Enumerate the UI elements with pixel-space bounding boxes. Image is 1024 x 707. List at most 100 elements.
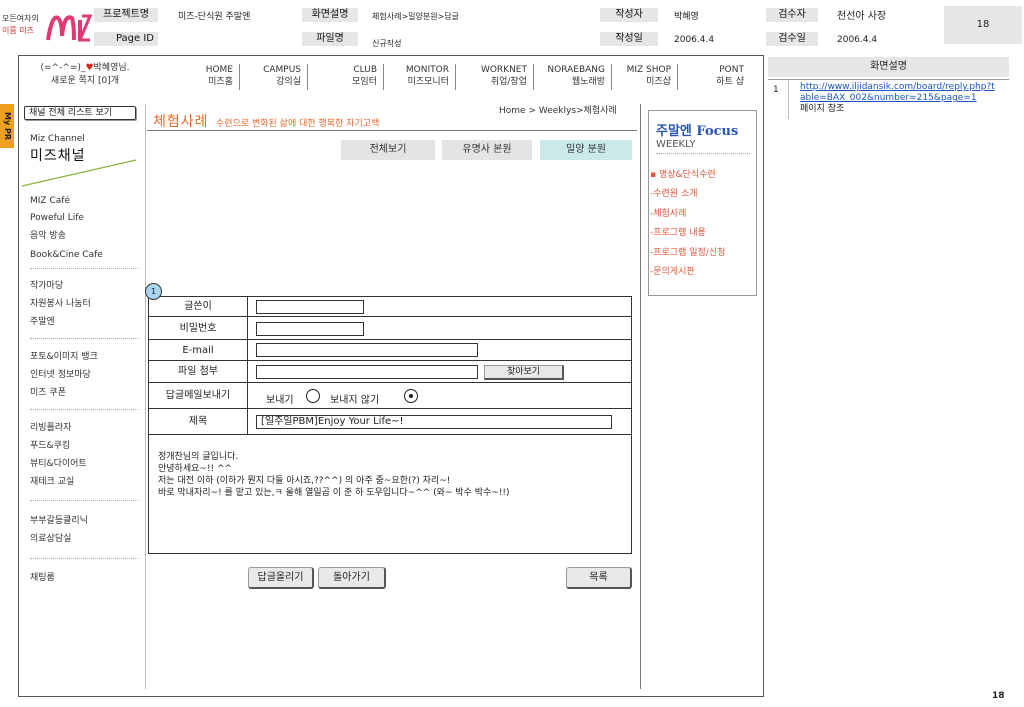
file-name-value: 신규작성 — [372, 39, 402, 48]
file-name-label: 파일명 — [302, 32, 358, 46]
send-radio[interactable] — [306, 389, 320, 403]
focus-weekly: WEEKLY — [656, 139, 696, 150]
page-number: 18 — [944, 6, 1022, 44]
sidebar-separator — [30, 558, 138, 559]
breadcrumb[interactable]: Home > Weeklys>체험사례 — [499, 103, 617, 116]
tab-all[interactable]: 전체보기 — [341, 140, 435, 160]
nav-mizshop[interactable]: MIZ SHOP 미즈샵 — [618, 64, 678, 90]
sidebar-item-photo-bank[interactable]: 포토&이미지 뱅크 — [30, 351, 98, 363]
mypr-tab[interactable]: My PR — [0, 104, 14, 148]
nav-monitor[interactable]: MONITOR 미즈모니터 — [390, 64, 456, 90]
miz-logo: 모든여자의 이름 미즈 — [2, 8, 92, 44]
nav-worknet[interactable]: WORKNET 취업/창업 — [466, 64, 534, 90]
logo-line1: 모든여자의 — [2, 14, 39, 23]
sidebar-item-music[interactable]: 음악 방송 — [30, 230, 66, 242]
description-column-line — [788, 79, 789, 119]
sidebar-item-chat[interactable]: 채팅룸 — [30, 572, 55, 584]
nav-home[interactable]: HOME 미즈홈 — [184, 64, 240, 90]
nav-pont[interactable]: PONT 하트 샵 — [690, 64, 750, 90]
page-subtitle: 수련으로 변화된 삶에 대한 행복한 자기고백 — [216, 119, 380, 129]
screen-desc-label: 화면설명 — [302, 8, 358, 22]
date-value: 2006.4.4 — [674, 35, 715, 45]
tab-main-branch[interactable]: 유명사 본원 — [442, 140, 532, 160]
page-title: 체험사례 — [153, 114, 209, 130]
nosend-radio[interactable] — [404, 389, 418, 403]
sidebar-divider-line — [21, 159, 137, 187]
description-divider — [768, 79, 1009, 80]
file-input[interactable] — [256, 365, 478, 379]
pageid-label: Page ID — [94, 32, 158, 46]
send-label: 보내기 — [266, 395, 294, 406]
nosend-label: 보내지 않기 — [330, 395, 380, 406]
sidebar-item-miz-cafe[interactable]: MIZ Café — [30, 195, 70, 207]
list-button[interactable]: 목록 — [566, 567, 632, 589]
footer-page-number: 18 — [992, 691, 1005, 701]
sidebar-item-food-cooking[interactable]: 푸드&쿠킹 — [30, 440, 70, 452]
sidebar-item-poweful-life[interactable]: Poweful Life — [30, 212, 84, 224]
focus-item-experience[interactable]: -체험사례 — [650, 206, 686, 219]
sidebar-item-couple-clinic[interactable]: 부부갈등클리닉 — [30, 515, 88, 527]
sidebar-item-book-cine[interactable]: Book&Cine Cafe — [30, 249, 103, 261]
sidebar-item-living-plaza[interactable]: 리빙플라자 — [30, 422, 71, 434]
email-input[interactable] — [256, 343, 478, 357]
body-text: 정개찬님의 글입니다. 안녕하세요~!! ^^ 저는 대전 이하 (이하가 뭔지… — [158, 451, 510, 499]
sidebar-item-internet-info[interactable]: 인터넷 정보마당 — [30, 369, 91, 381]
sidebar-separator — [30, 268, 138, 269]
review-date-value: 2006.4.4 — [837, 35, 878, 45]
submit-reply-button[interactable]: 답글올리기 — [248, 567, 314, 589]
form-row-email: E-mail — [149, 340, 631, 361]
description-body: http://www.iljidansik.com/board/reply.ph… — [800, 82, 998, 115]
review-date-label: 검수일 — [766, 32, 818, 46]
focus-item-meditation[interactable]: ▪ 명상&단식수련 — [650, 167, 716, 180]
focus-item-schedule[interactable]: -프로그램 일정/신청 — [650, 245, 725, 258]
reference-url-link[interactable]: http://www.iljidansik.com/board/reply.ph… — [800, 82, 998, 104]
sidebar-item-finance[interactable]: 재테크 교실 — [30, 476, 74, 488]
author-input[interactable] — [256, 300, 364, 314]
project-label: 프로젝트명 — [94, 8, 158, 22]
file-label: 파일 첨부 — [149, 361, 248, 382]
reviewer-value: 천선아 사장 — [837, 11, 887, 22]
miz-logo-mark — [46, 14, 92, 42]
sidebar-item-volunteer[interactable]: 자원봉사 나눔터 — [30, 298, 91, 310]
message-count-link[interactable]: 새로운 쪽지 [0]개 — [26, 75, 144, 88]
sidebar-separator — [30, 500, 138, 501]
reply-form: 글쓴이 비밀번호 E-mail 파일 첨부 찾아보기 답글메일보내기 보내기 보… — [148, 296, 632, 554]
password-label: 비밀번호 — [149, 317, 248, 339]
browse-button[interactable]: 찾아보기 — [484, 365, 564, 380]
form-row-reply-mail: 답글메일보내기 보내기 보내지 않기 — [149, 383, 631, 409]
back-button[interactable]: 돌아가기 — [318, 567, 386, 589]
description-note: 페이지 참조 — [800, 104, 845, 114]
focus-item-board[interactable]: -문의게시판 — [650, 264, 695, 277]
body-line: 안녕하세요~!! ^^ — [158, 464, 233, 474]
content-left-border — [145, 104, 146, 689]
nav-club[interactable]: CLUB 모임터 — [318, 64, 384, 90]
description-header: 화면설명 — [768, 57, 1009, 77]
sidebar-item-coupon[interactable]: 미즈 쿠폰 — [30, 387, 66, 399]
focus-item-intro[interactable]: -수련원 소개 — [650, 186, 698, 199]
user-greeting: (=^-^=)_♥박혜영님. 새로운 쪽지 [0]개 — [26, 62, 144, 88]
sidebar-item-writers[interactable]: 작가마당 — [30, 280, 63, 292]
user-name[interactable]: 박혜영님. — [94, 63, 130, 73]
sidebar-item-beauty-diet[interactable]: 뷰티&다이어트 — [30, 458, 87, 470]
nav-noraebang[interactable]: NORAEBANG 웹노래방 — [538, 64, 612, 90]
description-number: 1 — [773, 85, 779, 95]
password-input[interactable] — [256, 322, 364, 336]
sidebar-item-weekend[interactable]: 주말엔 — [30, 316, 55, 328]
date-label: 작성일 — [600, 32, 658, 46]
sidebar-item-medical[interactable]: 의료상담실 — [30, 533, 71, 545]
email-label: E-mail — [149, 340, 248, 360]
author-label: 글쓴이 — [149, 297, 248, 316]
project-value: 미즈-단식원 주말엔 — [178, 12, 251, 22]
subject-input[interactable]: [일주일PBM]Enjoy Your Life~! — [256, 415, 612, 429]
logo-line2: 이름 미즈 — [2, 26, 34, 35]
focus-item-program[interactable]: -프로그램 내용 — [650, 225, 706, 238]
nav-campus[interactable]: CAMPUS 강의실 — [246, 64, 308, 90]
author-value: 박혜영 — [674, 12, 699, 22]
form-row-author: 글쓴이 — [149, 297, 631, 317]
screen-desc-value: 체험사례>밀양분원>답글 — [372, 12, 460, 21]
form-row-password: 비밀번호 — [149, 317, 631, 340]
channel-list-button[interactable]: 채널 전체 리스트 보기 — [24, 106, 136, 120]
tab-miryang-branch[interactable]: 밀양 분원 — [540, 140, 632, 160]
reply-mail-label: 답글메일보내기 — [149, 383, 248, 408]
content-right-border — [640, 104, 641, 689]
